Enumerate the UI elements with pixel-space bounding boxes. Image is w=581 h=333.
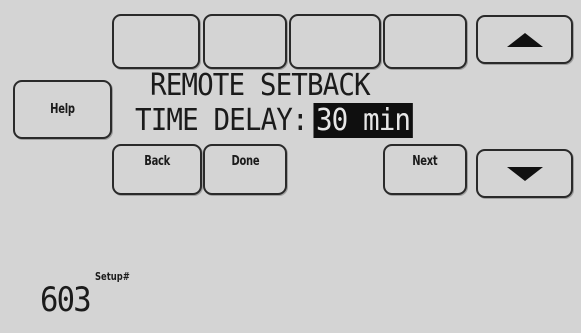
- setting-title: REMOTE SETBACK: [150, 68, 371, 103]
- blank-button-3[interactable]: [289, 14, 381, 69]
- down-arrow-button[interactable]: [476, 149, 573, 198]
- done-label: Done: [231, 154, 259, 169]
- setting-label: TIME DELAY:: [135, 103, 309, 138]
- setup-label: Setup#: [95, 270, 130, 283]
- next-button[interactable]: Next: [383, 144, 467, 195]
- up-arrow-button[interactable]: [476, 15, 573, 64]
- blank-button-1[interactable]: [112, 14, 200, 69]
- arrow-down-icon: [506, 166, 543, 181]
- blank-button-4[interactable]: [383, 14, 467, 69]
- back-label: Back: [144, 154, 170, 169]
- help-button[interactable]: Help: [13, 80, 112, 139]
- blank-button-2[interactable]: [203, 14, 287, 69]
- setting-value[interactable]: 30 min: [313, 103, 413, 138]
- arrow-up-icon: [506, 32, 543, 47]
- thermostat-screen: Help REMOTE SETBACK TIME DELAY: 30 min Ba…: [0, 0, 581, 333]
- setup-number: 603: [40, 280, 92, 320]
- back-button[interactable]: Back: [112, 144, 202, 195]
- next-label: Next: [412, 154, 438, 169]
- help-label: Help: [50, 102, 75, 117]
- done-button[interactable]: Done: [203, 144, 287, 195]
- setting-line: TIME DELAY: 30 min: [135, 103, 413, 138]
